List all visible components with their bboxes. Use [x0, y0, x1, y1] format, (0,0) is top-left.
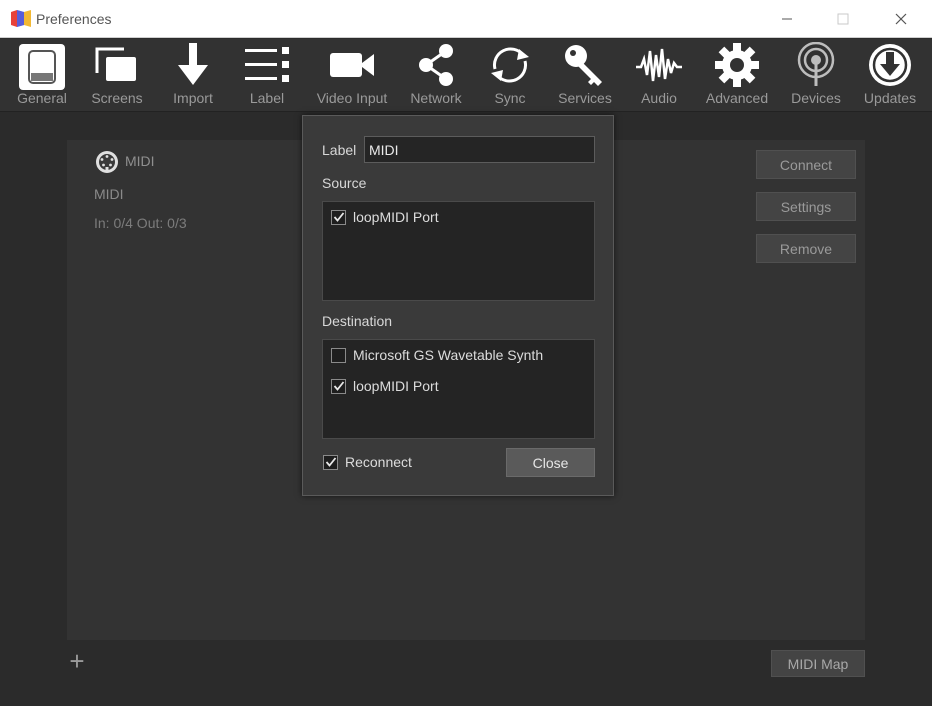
tab-updates[interactable]: Updates [862, 39, 918, 112]
tab-label[interactable]: Label [242, 39, 292, 112]
checkmark-icon [333, 381, 344, 391]
label-icon [242, 39, 292, 91]
sync-icon [485, 39, 535, 91]
tab-network[interactable]: Network [406, 39, 466, 112]
screens-icon [92, 39, 142, 91]
minimize-button[interactable] [764, 0, 810, 38]
tab-general[interactable]: General [17, 39, 67, 112]
tab-screens[interactable]: Screens [91, 39, 143, 112]
tab-services[interactable]: Services [556, 39, 614, 112]
destination-item-checkbox[interactable] [331, 378, 346, 394]
label-input[interactable] [364, 136, 595, 163]
tab-advanced[interactable]: Advanced [704, 39, 770, 112]
source-list[interactable]: loopMIDI Port [322, 201, 595, 301]
checkmark-icon [333, 212, 344, 222]
advanced-icon [704, 39, 770, 91]
tab-audio[interactable]: Audio [634, 39, 684, 112]
connect-button[interactable]: Connect [756, 150, 856, 179]
destination-list[interactable]: Microsoft GS Wavetable Synth loopMIDI Po… [322, 339, 595, 439]
reconnect-label: Reconnect [345, 454, 412, 470]
app-logo-icon [11, 10, 31, 27]
close-window-button[interactable] [878, 0, 924, 38]
reconnect-checkbox[interactable] [323, 454, 338, 470]
tab-devices[interactable]: Devices [790, 39, 842, 112]
midi-map-button[interactable]: MIDI Map [771, 650, 865, 677]
video-input-icon [312, 39, 392, 91]
services-icon [556, 39, 614, 91]
device-name: MIDI [125, 153, 155, 169]
minimize-icon [782, 18, 792, 20]
devices-icon [790, 39, 842, 91]
settings-button[interactable]: Settings [756, 192, 856, 221]
remove-button[interactable]: Remove [756, 234, 856, 263]
midi-settings-dialog: Label Source loopMIDI Port Destination M… [302, 115, 614, 496]
import-icon [168, 39, 218, 91]
device-type: MIDI [94, 186, 124, 202]
maximize-icon [837, 13, 849, 25]
add-device-button[interactable]: + [66, 648, 88, 674]
close-button[interactable]: Close [506, 448, 595, 477]
title-bar: Preferences [0, 0, 932, 38]
destination-item-gs-wavetable[interactable]: Microsoft GS Wavetable Synth [331, 346, 543, 364]
source-item-loopmidi[interactable]: loopMIDI Port [331, 208, 439, 226]
audio-icon [634, 39, 684, 91]
checkmark-icon [325, 457, 336, 467]
tab-video-input[interactable]: Video Input [312, 39, 392, 112]
destination-item-checkbox[interactable] [331, 347, 346, 363]
preferences-toolbar: General Screens Import Label Video Input… [0, 39, 932, 112]
device-io-status: In: 0/4 Out: 0/3 [94, 215, 187, 231]
network-icon [406, 39, 466, 91]
midi-icon [96, 151, 118, 173]
source-item-checkbox[interactable] [331, 209, 346, 225]
destination-item-label: loopMIDI Port [353, 378, 439, 394]
tab-sync[interactable]: Sync [485, 39, 535, 112]
source-item-label: loopMIDI Port [353, 209, 439, 225]
general-icon [19, 43, 65, 90]
destination-item-label: Microsoft GS Wavetable Synth [353, 347, 544, 363]
destination-caption: Destination [322, 313, 393, 329]
destination-item-loopmidi[interactable]: loopMIDI Port [331, 377, 439, 395]
tab-import[interactable]: Import [168, 39, 218, 112]
window-title: Preferences [36, 11, 112, 27]
close-icon [895, 13, 907, 25]
source-caption: Source [322, 175, 367, 191]
reconnect-option[interactable]: Reconnect [323, 454, 412, 470]
updates-icon [862, 39, 918, 91]
maximize-button[interactable] [820, 0, 866, 38]
label-caption: Label [322, 142, 357, 158]
